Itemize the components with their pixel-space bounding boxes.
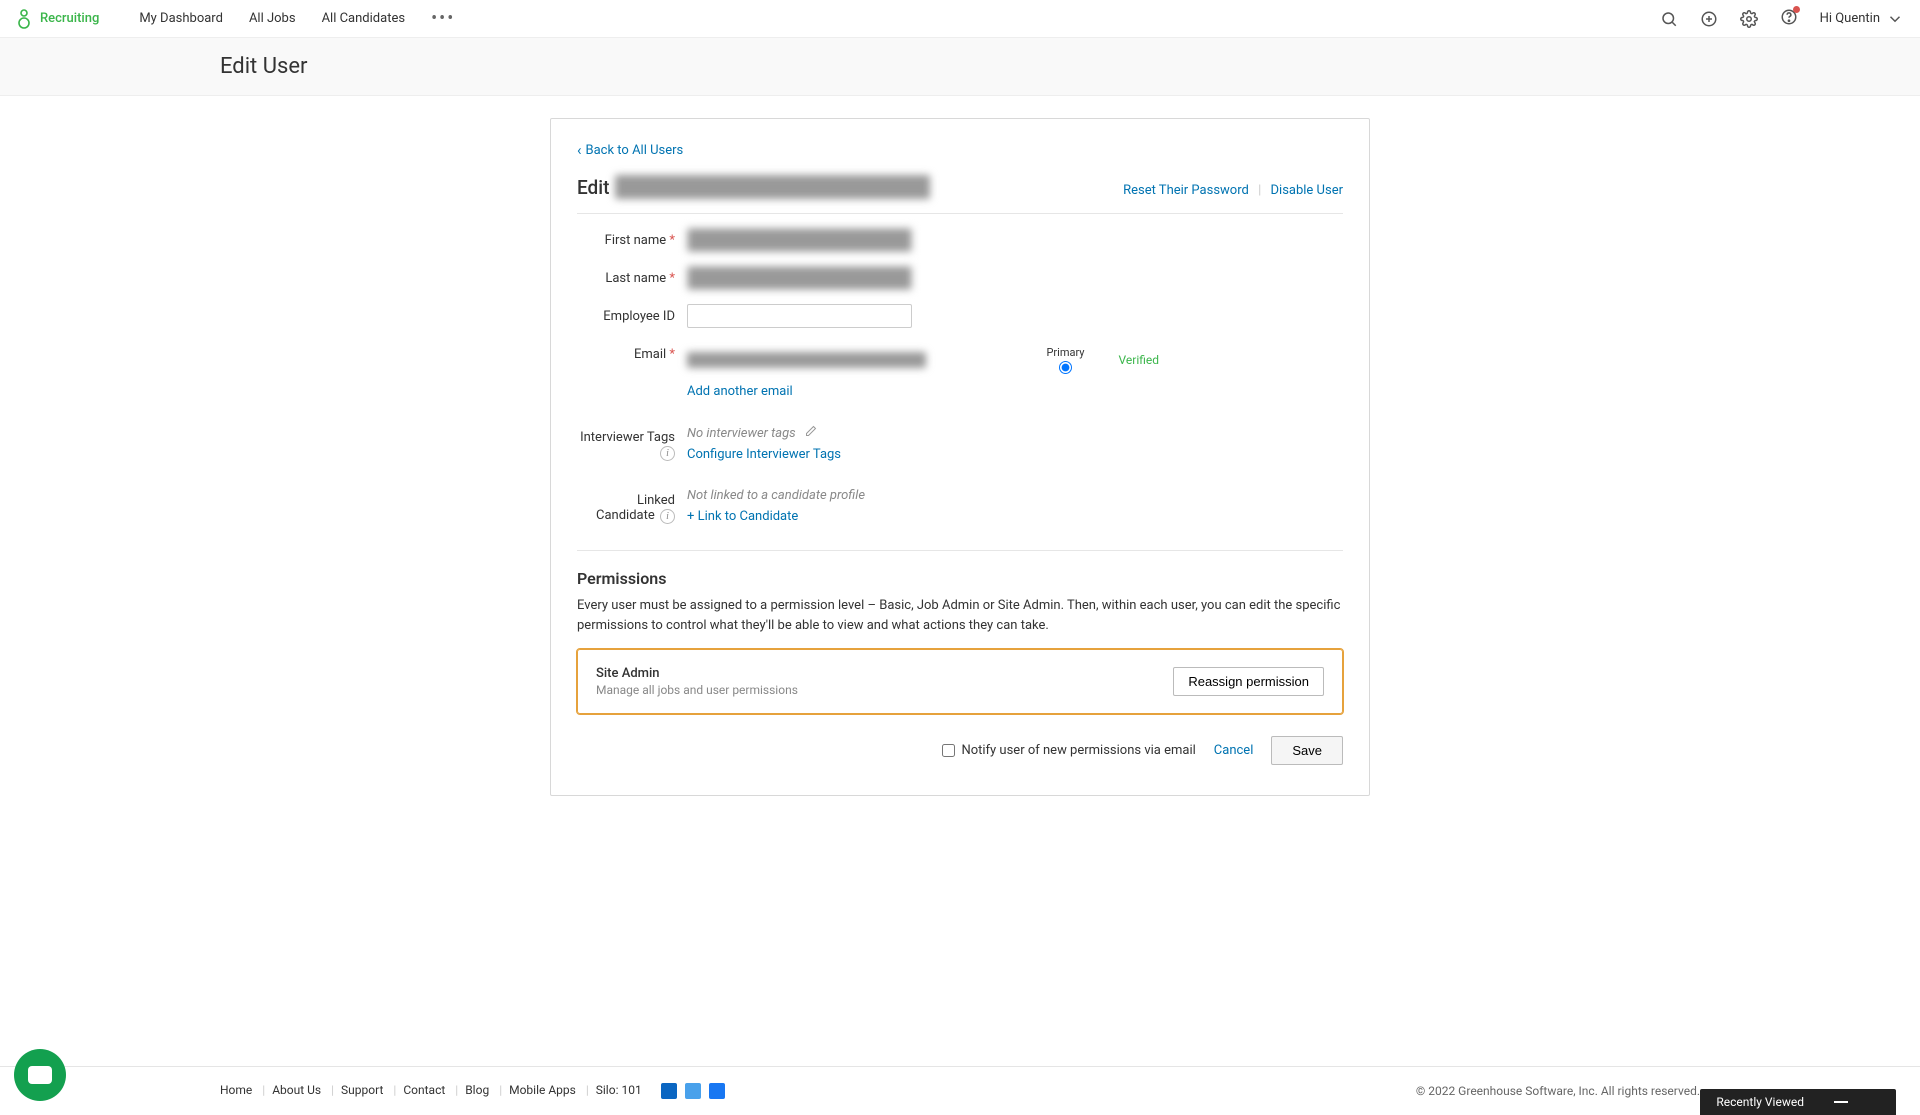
interviewer-tags-label: Interviewer Tags i <box>577 425 687 461</box>
edit-user-card: Back to All Users Edit ████████ ████████… <box>550 118 1370 796</box>
save-button[interactable]: Save <box>1271 736 1343 765</box>
last-name-input[interactable] <box>687 266 912 290</box>
minimize-icon[interactable] <box>1834 1101 1848 1103</box>
footer-contact[interactable]: Contact <box>403 1083 445 1097</box>
nav-all-candidates[interactable]: All Candidates <box>322 11 406 26</box>
recently-viewed-label: Recently Viewed <box>1716 1095 1804 1109</box>
linkedin-icon[interactable] <box>661 1083 677 1099</box>
top-nav: Recruiting My Dashboard All Jobs All Can… <box>0 0 1920 38</box>
link-to-candidate-link[interactable]: + Link to Candidate <box>687 509 865 524</box>
permission-level-box: Site Admin Manage all jobs and user perm… <box>577 649 1343 714</box>
plus-icon[interactable] <box>1700 10 1718 28</box>
cancel-link[interactable]: Cancel <box>1214 743 1254 758</box>
footer-support[interactable]: Support <box>341 1083 383 1097</box>
chevron-down-icon <box>1886 10 1904 28</box>
back-to-users-link[interactable]: Back to All Users <box>577 141 683 159</box>
page-title: Edit User <box>220 54 1700 79</box>
disable-user-link[interactable]: Disable User <box>1271 183 1344 198</box>
recently-viewed-panel[interactable]: Recently Viewed <box>1700 1089 1896 1115</box>
not-linked-text: Not linked to a candidate profile <box>687 488 865 503</box>
twitter-icon[interactable] <box>685 1083 701 1099</box>
reassign-permission-button[interactable]: Reassign permission <box>1173 667 1324 696</box>
help-icon-wrap[interactable] <box>1780 8 1798 30</box>
search-icon[interactable] <box>1660 10 1678 28</box>
edit-heading: Edit ████████ ███████████████ <box>577 175 930 199</box>
footer-links: Home| About Us| Support| Contact| Blog| … <box>220 1083 725 1099</box>
edit-actions: Reset Their Password | Disable User <box>1123 183 1343 198</box>
last-name-label: Last name * <box>577 266 687 286</box>
logo-icon <box>16 8 32 30</box>
nav-more-icon[interactable]: ••• <box>431 8 455 29</box>
footer: Home| About Us| Support| Contact| Blog| … <box>0 1066 1920 1115</box>
permissions-section: Permissions Every user must be assigned … <box>577 550 1343 765</box>
primary-header: Primary <box>1046 346 1084 359</box>
user-greeting: Hi Quentin <box>1820 11 1880 26</box>
product-name: Recruiting <box>40 11 99 26</box>
notification-dot-icon <box>1793 6 1800 13</box>
chat-bubble-button[interactable] <box>14 1049 66 1101</box>
edit-tags-icon[interactable] <box>805 426 817 441</box>
configure-interviewer-tags-link[interactable]: Configure Interviewer Tags <box>687 447 841 462</box>
employee-id-label: Employee ID <box>577 304 687 324</box>
permissions-description: Every user must be assigned to a permiss… <box>577 596 1343 635</box>
product-logo[interactable]: Recruiting <box>16 8 99 30</box>
nav-my-dashboard[interactable]: My Dashboard <box>139 11 223 26</box>
info-icon[interactable]: i <box>660 509 675 524</box>
reset-password-link[interactable]: Reset Their Password <box>1123 183 1249 198</box>
add-another-email-link[interactable]: Add another email <box>687 384 793 399</box>
role-description: Manage all jobs and user permissions <box>596 683 798 697</box>
user-menu[interactable]: Hi Quentin <box>1820 10 1904 28</box>
footer-copyright: © 2022 Greenhouse Software, Inc. All rig… <box>1416 1084 1700 1098</box>
nav-all-jobs[interactable]: All Jobs <box>249 11 296 26</box>
email-verified-badge: Verified <box>1119 353 1160 367</box>
gear-icon[interactable] <box>1740 10 1758 28</box>
chat-icon <box>28 1066 52 1084</box>
nav-right-icons: Hi Quentin <box>1660 8 1904 30</box>
primary-email-radio[interactable] <box>1059 361 1072 374</box>
facebook-icon[interactable] <box>709 1083 725 1099</box>
first-name-label: First name * <box>577 228 687 248</box>
edit-label: Edit <box>577 176 609 199</box>
user-full-name-redacted: ████████ ███████████████ <box>615 175 929 199</box>
page-header: Edit User <box>0 38 1920 96</box>
notify-label-text: Notify user of new permissions via email <box>961 743 1195 758</box>
footer-blog[interactable]: Blog <box>465 1083 489 1097</box>
email-value-redacted: ██████████████████████████ <box>687 352 926 368</box>
separator: | <box>1258 183 1261 198</box>
linked-candidate-label: Linked Candidate i <box>577 488 687 524</box>
footer-home[interactable]: Home <box>220 1083 252 1097</box>
role-name: Site Admin <box>596 666 798 681</box>
employee-id-input[interactable] <box>687 304 912 328</box>
first-name-input[interactable] <box>687 228 912 252</box>
info-icon[interactable]: i <box>660 446 675 461</box>
email-label: Email * <box>577 342 687 362</box>
footer-mobile-apps[interactable]: Mobile Apps <box>509 1083 576 1097</box>
notify-user-checkbox[interactable] <box>942 744 955 757</box>
footer-about[interactable]: About Us <box>272 1083 321 1097</box>
permissions-heading: Permissions <box>577 569 1343 588</box>
no-tags-text: No interviewer tags <box>687 426 796 441</box>
footer-silo[interactable]: Silo: 101 <box>596 1083 642 1097</box>
notify-user-checkbox-label[interactable]: Notify user of new permissions via email <box>942 743 1195 758</box>
